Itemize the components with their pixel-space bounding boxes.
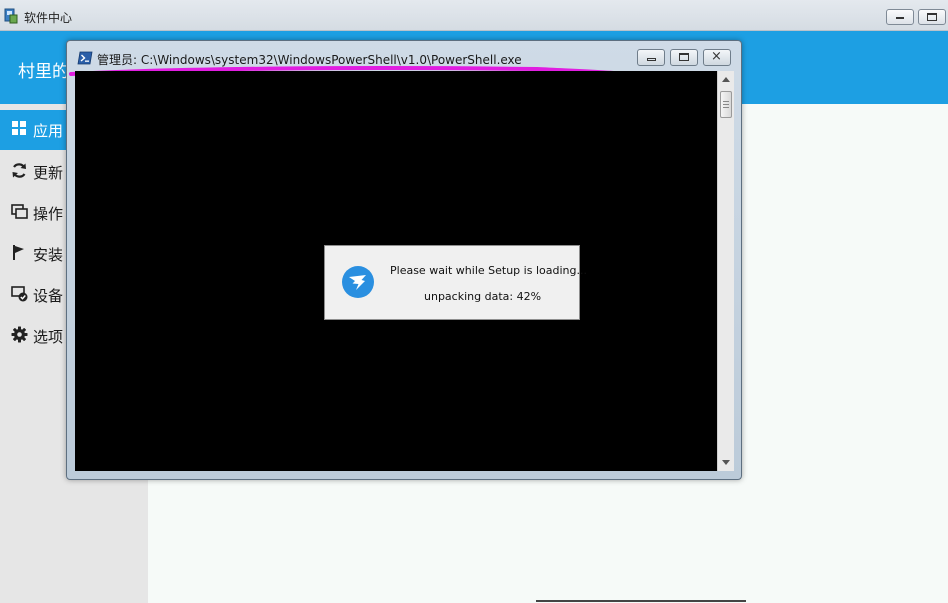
setup-progress-text: unpacking data: 42% — [424, 290, 542, 303]
grip-line — [723, 104, 729, 105]
scroll-up-arrow-icon[interactable] — [722, 77, 730, 82]
scroll-down-arrow-icon[interactable] — [722, 460, 730, 465]
sidebar-item-label: 选项 — [33, 328, 64, 346]
sidebar-item-label: 设备 — [33, 287, 64, 305]
flag-icon — [13, 245, 24, 260]
powershell-minimize-button[interactable] — [637, 49, 665, 66]
sidebar-item-label: 安装 — [33, 246, 64, 264]
maximize-icon — [927, 13, 937, 21]
app-titlebar[interactable]: 软件中心 — [0, 0, 948, 31]
setup-message: Please wait while Setup is loading... — [390, 264, 587, 277]
grip-line — [723, 107, 729, 108]
scrollbar-thumb[interactable] — [720, 91, 732, 118]
refresh-icon — [12, 163, 26, 178]
sidebar-item-label: 操作 — [33, 205, 64, 223]
minimize-icon — [896, 17, 904, 19]
minimize-button[interactable] — [886, 9, 914, 25]
grip-line — [723, 101, 729, 102]
sidebar-item-label: 应用 — [33, 122, 64, 140]
app-title: 软件中心 — [24, 11, 73, 25]
device-check-icon — [11, 286, 28, 302]
powershell-restore-button[interactable] — [670, 49, 698, 66]
maximize-button[interactable] — [918, 9, 946, 25]
dingtalk-logo-icon — [342, 266, 374, 298]
app-header-title: 村里的 — [18, 62, 69, 82]
sidebar-item-label: 更新 — [33, 164, 64, 182]
minimize-icon — [647, 58, 656, 61]
powershell-icon — [77, 51, 93, 65]
restore-icon — [679, 53, 689, 61]
powershell-title: 管理员: C:\Windows\system32\WindowsPowerShe… — [97, 53, 522, 67]
console-scrollbar[interactable] — [717, 71, 734, 471]
close-icon: × — [711, 49, 722, 64]
setup-loading-dialog: Please wait while Setup is loading... un… — [324, 245, 587, 320]
software-center-icon — [4, 8, 18, 24]
powershell-close-button[interactable]: × — [703, 49, 731, 66]
content-divider — [536, 600, 746, 602]
gear-icon — [11, 326, 28, 343]
windows-stack-icon — [11, 204, 28, 219]
grid-icon — [12, 121, 26, 135]
